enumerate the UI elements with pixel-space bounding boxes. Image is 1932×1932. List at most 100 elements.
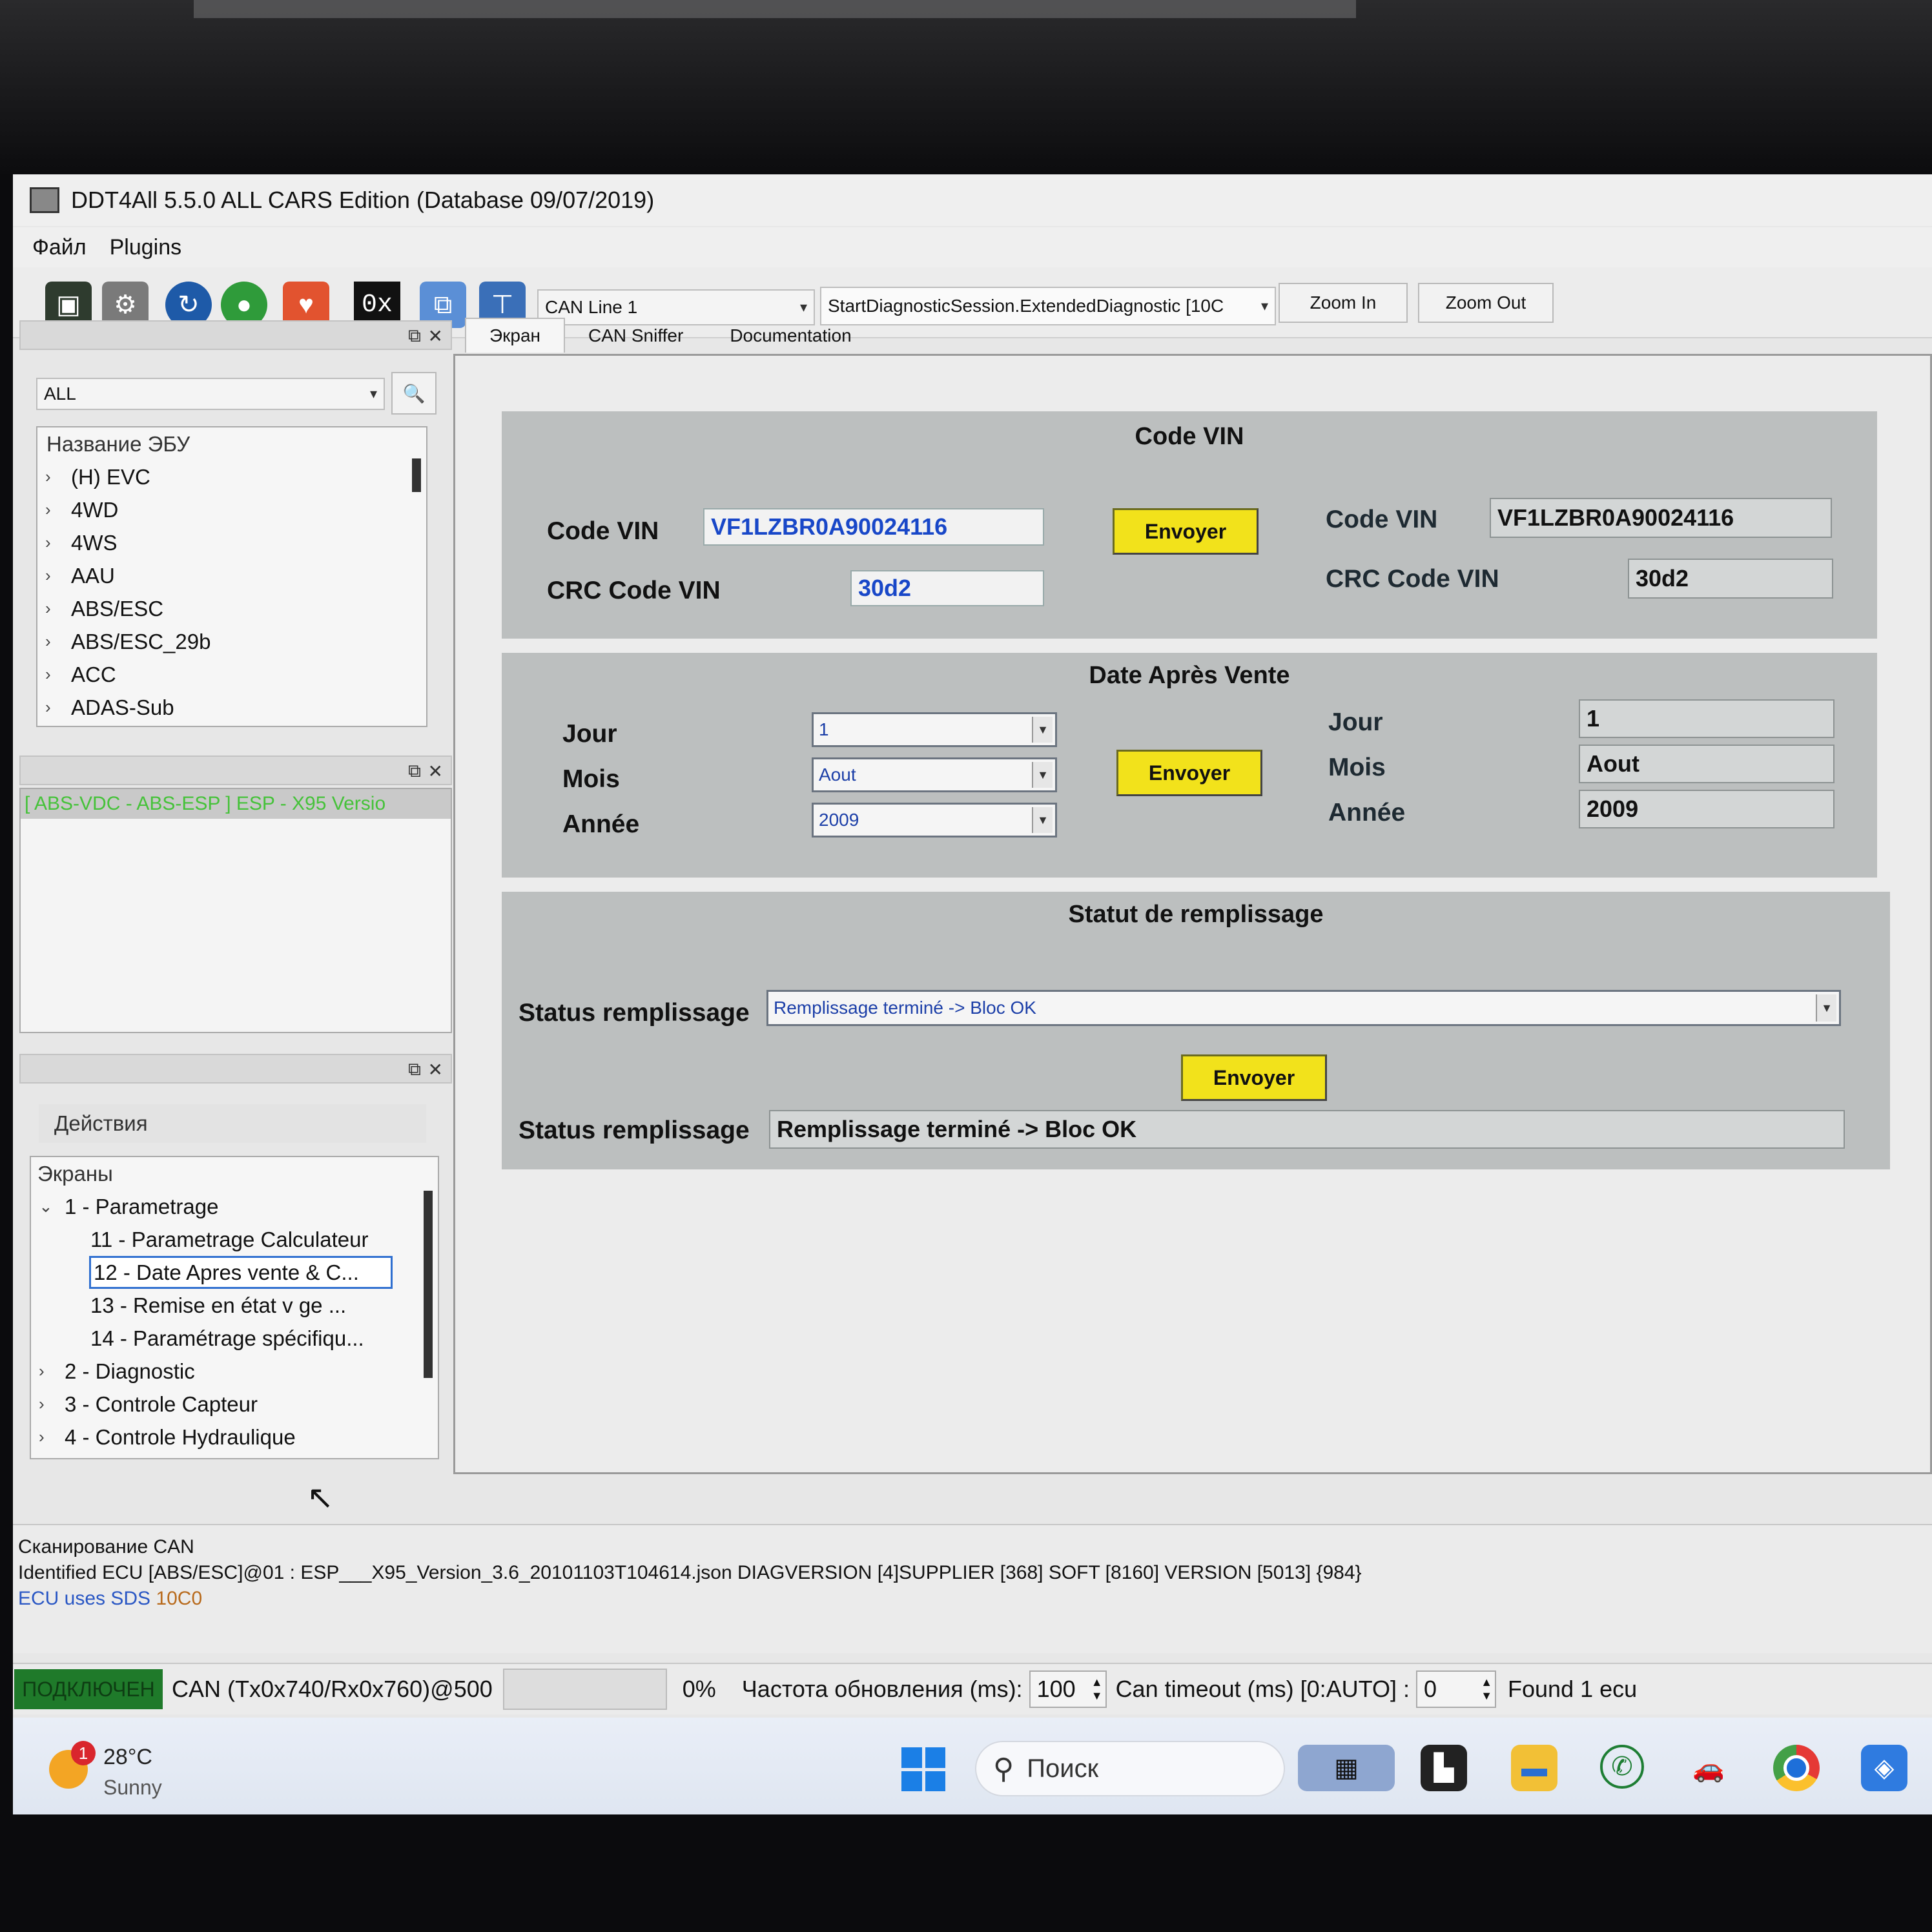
annee-select[interactable]: 2009 ▼ bbox=[812, 803, 1057, 838]
screen-content: Code VIN Code VIN VF1LZBR0A90024116 CRC … bbox=[453, 354, 1932, 1474]
fill-send-button[interactable]: Envoyer bbox=[1181, 1054, 1327, 1101]
scrollbar[interactable] bbox=[412, 458, 421, 492]
session-value: StartDiagnosticSession.ExtendedDiagnosti… bbox=[828, 296, 1224, 316]
crc-read-label: CRC Code VIN bbox=[1326, 565, 1499, 593]
screen-item-label: 12 - Date Apres vente & C... bbox=[94, 1260, 359, 1284]
vin-send-button[interactable]: Envoyer bbox=[1113, 508, 1259, 555]
ecu-item[interactable]: › ADAS-Sub bbox=[37, 691, 426, 724]
tab-screen[interactable]: Экран bbox=[465, 318, 565, 353]
found-ecu-text: Found 1 ecu bbox=[1508, 1676, 1638, 1702]
file-explorer-icon[interactable]: ▬ bbox=[1511, 1745, 1557, 1791]
screen-group-parametrage[interactable]: ⌄ 1 - Parametrage bbox=[31, 1190, 438, 1223]
screen-group[interactable]: › 3 - Controle Capteur bbox=[31, 1388, 438, 1421]
annee-label: Année bbox=[562, 810, 640, 838]
ecu-item[interactable]: › ABS/ESC_29b bbox=[37, 625, 426, 658]
chevron-down-icon: ⌄ bbox=[39, 1197, 53, 1216]
menu-file[interactable]: Файл bbox=[32, 235, 87, 260]
screen-item-label: 2 - Diagnostic bbox=[65, 1359, 195, 1383]
actions-panel-header: ⧉ ✕ bbox=[19, 1054, 452, 1084]
app-window: DDT4All 5.5.0 ALL CARS Edition (Database… bbox=[13, 174, 1932, 1814]
vin-group-title: Code VIN bbox=[1135, 423, 1244, 450]
close-icon[interactable]: ✕ bbox=[428, 325, 443, 347]
ecu-item[interactable]: › ACC bbox=[37, 658, 426, 691]
terminal-icon[interactable]: ▙ bbox=[1421, 1745, 1467, 1791]
mois-select[interactable]: Aout ▼ bbox=[812, 757, 1057, 792]
selected-ecu-label[interactable]: [ ABS-VDC - ABS-ESP ] ESP - X95 Versio bbox=[21, 789, 451, 819]
chevron-right-icon: › bbox=[45, 632, 51, 651]
vin-read-value: VF1LZBR0A90024116 bbox=[1490, 498, 1832, 538]
timeout-spinbox[interactable]: 0 ▲ ▼ bbox=[1416, 1670, 1497, 1708]
refresh-spinbox[interactable]: 100 ▲ ▼ bbox=[1029, 1670, 1107, 1708]
chevron-right-icon: › bbox=[45, 599, 51, 618]
spin-arrows-icon[interactable]: ▲ ▼ bbox=[1481, 1676, 1492, 1703]
fill-status-label: Status remplissage bbox=[519, 999, 750, 1027]
status-bar: ПОДКЛЮЧЕН CAN (Tx0x740/Rx0x760)@500 0% Ч… bbox=[13, 1663, 1932, 1714]
spin-arrows-icon[interactable]: ▲ ▼ bbox=[1091, 1676, 1103, 1703]
screen-item-label: 14 - Paramétrage spécifiqu... bbox=[90, 1326, 364, 1350]
float-icon[interactable]: ⧉ bbox=[408, 1059, 421, 1080]
crc-input[interactable]: 30d2 bbox=[850, 570, 1044, 606]
annee-select-value: 2009 bbox=[819, 810, 859, 830]
ecu-item-label: ABS/ESC bbox=[71, 596, 164, 621]
ecu-item-label: ACC bbox=[71, 662, 116, 686]
taskbar-search[interactable]: ⚲ Поиск bbox=[975, 1741, 1285, 1796]
screen-group[interactable]: › 2 - Diagnostic bbox=[31, 1355, 438, 1388]
ecu-item[interactable]: › 4WD bbox=[37, 493, 426, 526]
app-icon[interactable]: ◈ bbox=[1861, 1745, 1907, 1791]
screen-item[interactable]: 11 - Parametrage Calculateur bbox=[31, 1223, 438, 1256]
log-line: Identified ECU [ABS/ESC]@01 : ESP___X95_… bbox=[18, 1562, 1362, 1583]
ecu-item[interactable]: › 4WS bbox=[37, 526, 426, 559]
search-ecu-icon[interactable]: 🔍 bbox=[391, 372, 437, 415]
close-icon[interactable]: ✕ bbox=[428, 761, 443, 782]
tab-documentation[interactable]: Documentation bbox=[706, 319, 874, 353]
zoom-out-button[interactable]: Zoom Out bbox=[1418, 283, 1554, 323]
refresh-value: 100 bbox=[1036, 1676, 1076, 1702]
log-sds-code: 10C0 bbox=[156, 1588, 203, 1609]
session-select[interactable]: StartDiagnosticSession.ExtendedDiagnosti… bbox=[820, 287, 1276, 325]
actions-label[interactable]: Действия bbox=[39, 1104, 426, 1143]
ecu-item[interactable]: › AAU bbox=[37, 559, 426, 592]
chevron-down-icon: ▼ bbox=[1032, 717, 1053, 743]
ecu-item[interactable]: › (H) EVC bbox=[37, 460, 426, 493]
timeout-value: 0 bbox=[1424, 1676, 1437, 1702]
log-sds: ECU uses SDS bbox=[18, 1588, 151, 1609]
car-app-icon[interactable]: 🚗 bbox=[1685, 1745, 1732, 1791]
float-icon[interactable]: ⧉ bbox=[408, 761, 421, 782]
jour-select[interactable]: 1 ▼ bbox=[812, 712, 1057, 747]
screen-item[interactable]: 14 - Paramétrage spécifiqu... bbox=[31, 1322, 438, 1355]
ecu-item-label: ADAS-Sub bbox=[71, 695, 174, 719]
chrome-icon[interactable] bbox=[1773, 1745, 1820, 1791]
screen-item-selected[interactable]: 12 - Date Apres vente & C... bbox=[89, 1256, 393, 1289]
fill-group-title: Statut de remplissage bbox=[1068, 901, 1324, 928]
chevron-right-icon: › bbox=[45, 566, 51, 585]
zoom-in-button[interactable]: Zoom In bbox=[1279, 283, 1408, 323]
chevron-down-icon: ▼ bbox=[1032, 762, 1053, 788]
chevron-down-icon: ▼ bbox=[1032, 807, 1053, 833]
fill-status-select[interactable]: Remplissage terminé -> Bloc OK ▼ bbox=[766, 990, 1841, 1026]
vin-code-input[interactable]: VF1LZBR0A90024116 bbox=[703, 508, 1044, 546]
whatsapp-icon[interactable]: ✆ bbox=[1600, 1745, 1644, 1789]
screen-item[interactable]: 13 - Remise en état v ge ... bbox=[31, 1289, 438, 1322]
close-icon[interactable]: ✕ bbox=[428, 1059, 443, 1080]
fill-status-read-label: Status remplissage bbox=[519, 1116, 750, 1144]
log-line: ECU uses SDS 10C0 bbox=[18, 1586, 1927, 1612]
monitor-bezel bbox=[0, 0, 1932, 174]
ecu-item[interactable]: › ABS/ESC bbox=[37, 592, 426, 625]
date-send-button[interactable]: Envoyer bbox=[1116, 750, 1262, 796]
ecu-item-label: 4WS bbox=[71, 530, 118, 555]
screens-header: Экраны bbox=[37, 1161, 113, 1186]
scrollbar[interactable] bbox=[424, 1191, 433, 1378]
ecu-item-label: ABS/ESC_29b bbox=[71, 629, 211, 653]
search-highlight-icon[interactable]: ▦ bbox=[1298, 1745, 1395, 1791]
float-icon[interactable]: ⧉ bbox=[408, 325, 421, 347]
windows-start-icon[interactable] bbox=[901, 1747, 945, 1791]
tab-can-sniffer[interactable]: CAN Sniffer bbox=[565, 319, 706, 353]
weather-temp[interactable]: 28°C bbox=[103, 1745, 152, 1770]
crc-label: CRC Code VIN bbox=[547, 577, 721, 604]
jour-read-label: Jour bbox=[1328, 708, 1383, 736]
ecu-filter-select[interactable]: ALL ▾ bbox=[36, 378, 385, 410]
menu-plugins[interactable]: Plugins bbox=[110, 235, 182, 260]
ecu-tree: Название ЭБУ › (H) EVC › 4WD › 4WS › AAU › AB… bbox=[36, 426, 427, 727]
screen-group[interactable]: › 4 - Controle Hydraulique bbox=[31, 1421, 438, 1454]
log-panel: Сканирование CAN Identified ECU [ABS/ESC… bbox=[13, 1524, 1932, 1653]
